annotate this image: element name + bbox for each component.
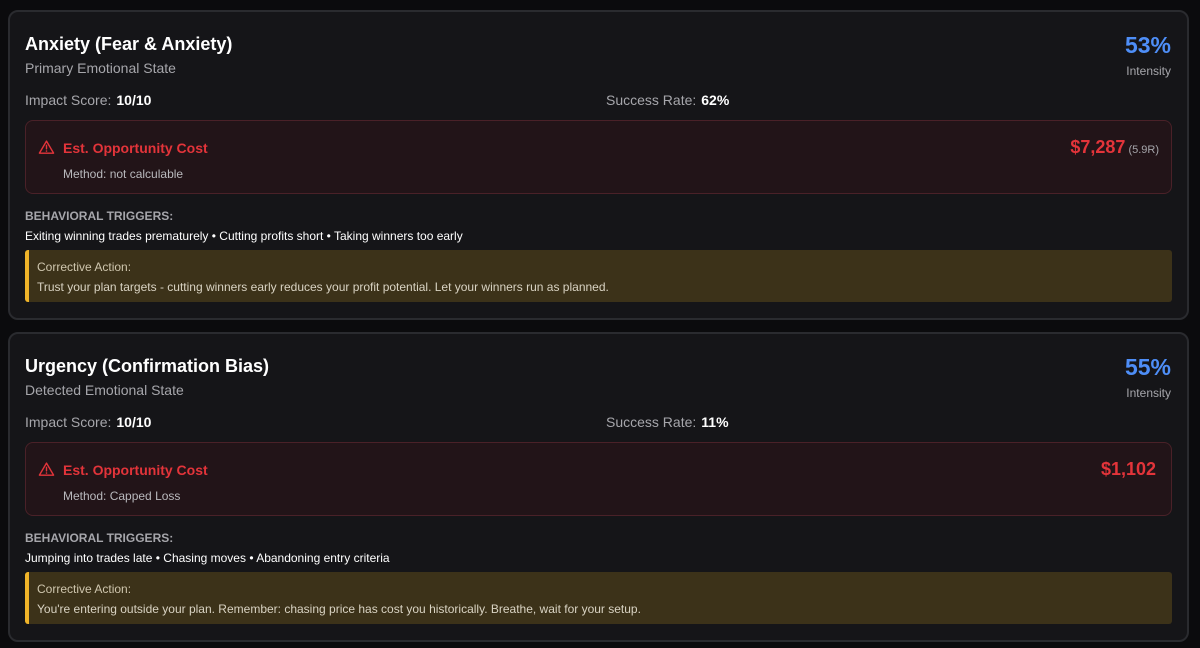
warning-triangle-icon <box>38 462 55 476</box>
emotional-state-list: Anxiety (Fear & Anxiety) Primary Emotion… <box>0 0 1200 648</box>
intensity-value: 55% <box>1124 354 1171 380</box>
behavioral-triggers-text: Exiting winning trades prematurely • Cut… <box>25 229 463 243</box>
opportunity-cost-r-multiple: (5.9R) <box>1128 144 1159 156</box>
corrective-action-text: You're entering outside your plan. Remem… <box>37 602 641 616</box>
state-title: Urgency (Confirmation Bias) <box>25 356 270 376</box>
emotional-state-card: Urgency (Confirmation Bias) Detected Emo… <box>8 332 1189 642</box>
success-rate-label: Success Rate: <box>606 92 697 108</box>
emotional-state-card: Anxiety (Fear & Anxiety) Primary Emotion… <box>8 10 1189 320</box>
corrective-action-label: Corrective Action: <box>37 582 132 596</box>
opportunity-cost-title: Est. Opportunity Cost <box>63 462 208 478</box>
opportunity-cost-box: Est. Opportunity Cost Method: not calcul… <box>25 120 1172 194</box>
behavioral-triggers-text: Jumping into trades late • Chasing moves… <box>25 551 390 565</box>
impact-score-value: 10/10 <box>116 92 152 108</box>
success-rate: Success Rate: 11% <box>606 414 729 430</box>
behavioral-triggers-label: BEHAVIORAL TRIGGERS: <box>25 209 174 223</box>
opportunity-cost-box: Est. Opportunity Cost Method: Capped Los… <box>25 442 1172 516</box>
opportunity-cost-amount: $7,287 (5.9R) <box>1070 137 1159 158</box>
state-title: Anxiety (Fear & Anxiety) <box>25 34 233 54</box>
impact-score: Impact Score: 10/10 <box>25 92 151 108</box>
success-rate-value: 62% <box>701 92 730 108</box>
corrective-action-box: Corrective Action: Trust your plan targe… <box>25 250 1172 302</box>
corrective-action-box: Corrective Action: You're entering outsi… <box>25 572 1172 624</box>
opportunity-cost-value: $7,287 <box>1070 137 1126 157</box>
impact-score-value: 10/10 <box>116 414 152 430</box>
warning-triangle-icon <box>38 140 55 154</box>
opportunity-cost-title: Est. Opportunity Cost <box>63 140 208 156</box>
intensity-label: Intensity <box>1126 386 1171 400</box>
opportunity-cost-method: Method: Capped Loss <box>63 489 181 503</box>
impact-score-label: Impact Score: <box>25 92 112 108</box>
impact-score-label: Impact Score: <box>25 414 112 430</box>
success-rate: Success Rate: 62% <box>606 92 729 108</box>
opportunity-cost-value: $1,102 <box>1100 459 1156 479</box>
corrective-action-text: Trust your plan targets - cutting winner… <box>37 280 609 294</box>
intensity-value: 53% <box>1124 32 1171 58</box>
state-subtitle: Primary Emotional State <box>25 60 176 76</box>
success-rate-value: 11% <box>701 414 729 430</box>
opportunity-cost-amount: $1,102 <box>1101 459 1159 480</box>
intensity-label: Intensity <box>1126 64 1171 78</box>
success-rate-label: Success Rate: <box>606 414 697 430</box>
state-subtitle: Detected Emotional State <box>25 382 184 398</box>
behavioral-triggers-label: BEHAVIORAL TRIGGERS: <box>25 531 174 545</box>
corrective-action-label: Corrective Action: <box>37 260 132 274</box>
opportunity-cost-method: Method: not calculable <box>63 167 184 181</box>
impact-score: Impact Score: 10/10 <box>25 414 151 430</box>
